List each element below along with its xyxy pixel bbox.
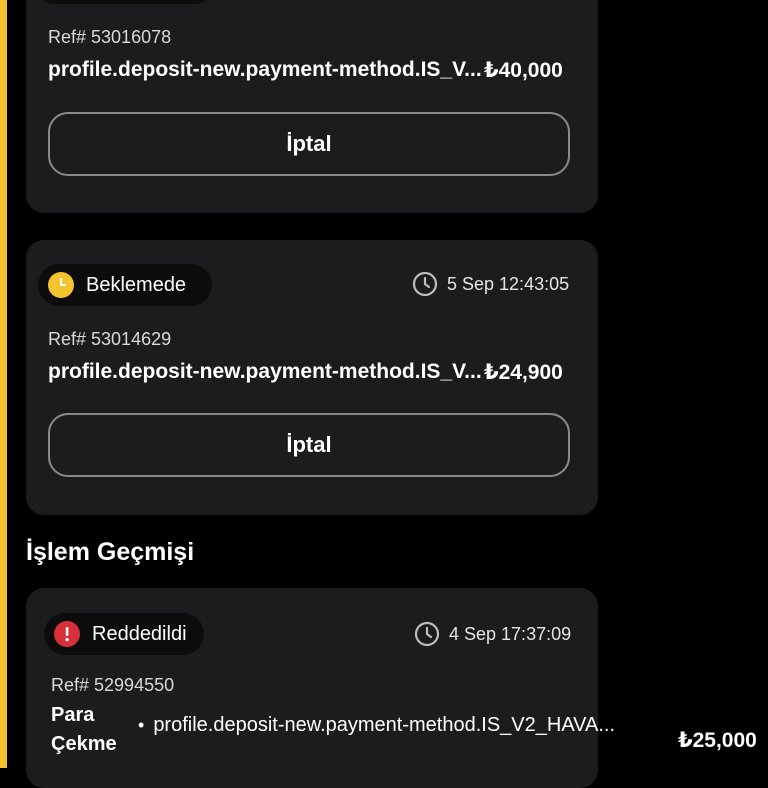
transaction-type: Para Çekme <box>51 701 131 759</box>
transaction-time: 5 Sep 12:43:05 <box>412 271 569 297</box>
status-badge: Beklemede <box>38 264 212 306</box>
transaction-amount: ₺24,900 <box>484 361 563 384</box>
cancel-button[interactable]: İptal <box>48 413 570 477</box>
transaction-type-line: Para <box>51 704 95 726</box>
time-label: 4 Sep 17:37:09 <box>449 623 572 644</box>
transaction-ref: Ref# 52994550 <box>51 675 175 695</box>
status-badge: Reddedildi <box>44 613 204 655</box>
cancel-button[interactable]: İptal <box>48 112 570 176</box>
transaction-ref: Ref# 53014629 <box>48 329 172 349</box>
payment-method: profile.deposit-new.payment-method.IS_V.… <box>48 360 482 383</box>
status-label: Reddedildi <box>92 622 187 645</box>
transaction-type-line: Çekme <box>51 733 117 755</box>
bullet: • <box>138 715 145 735</box>
clock-icon <box>412 271 438 297</box>
status-badge <box>37 0 212 4</box>
section-title: İşlem Geçmişi <box>26 538 195 566</box>
payment-method: profile.deposit-new.payment-method.IS_V.… <box>48 58 482 81</box>
payment-method: profile.deposit-new.payment-method.IS_V2… <box>153 714 616 736</box>
clock-icon <box>414 621 440 647</box>
exclamation-icon <box>54 621 80 647</box>
accent-bar <box>0 0 7 768</box>
time-label: 5 Sep 12:43:05 <box>447 273 570 294</box>
transaction-amount: ₺25,000 <box>678 729 757 752</box>
payment-method-row: • profile.deposit-new.payment-method.IS_… <box>138 714 615 737</box>
transaction-ref: Ref# 53016078 <box>48 27 172 47</box>
clock-status-icon <box>48 272 74 298</box>
status-label: Beklemede <box>86 273 187 296</box>
transaction-time: 4 Sep 17:37:09 <box>414 621 571 647</box>
transaction-amount: ₺40,000 <box>484 59 563 82</box>
